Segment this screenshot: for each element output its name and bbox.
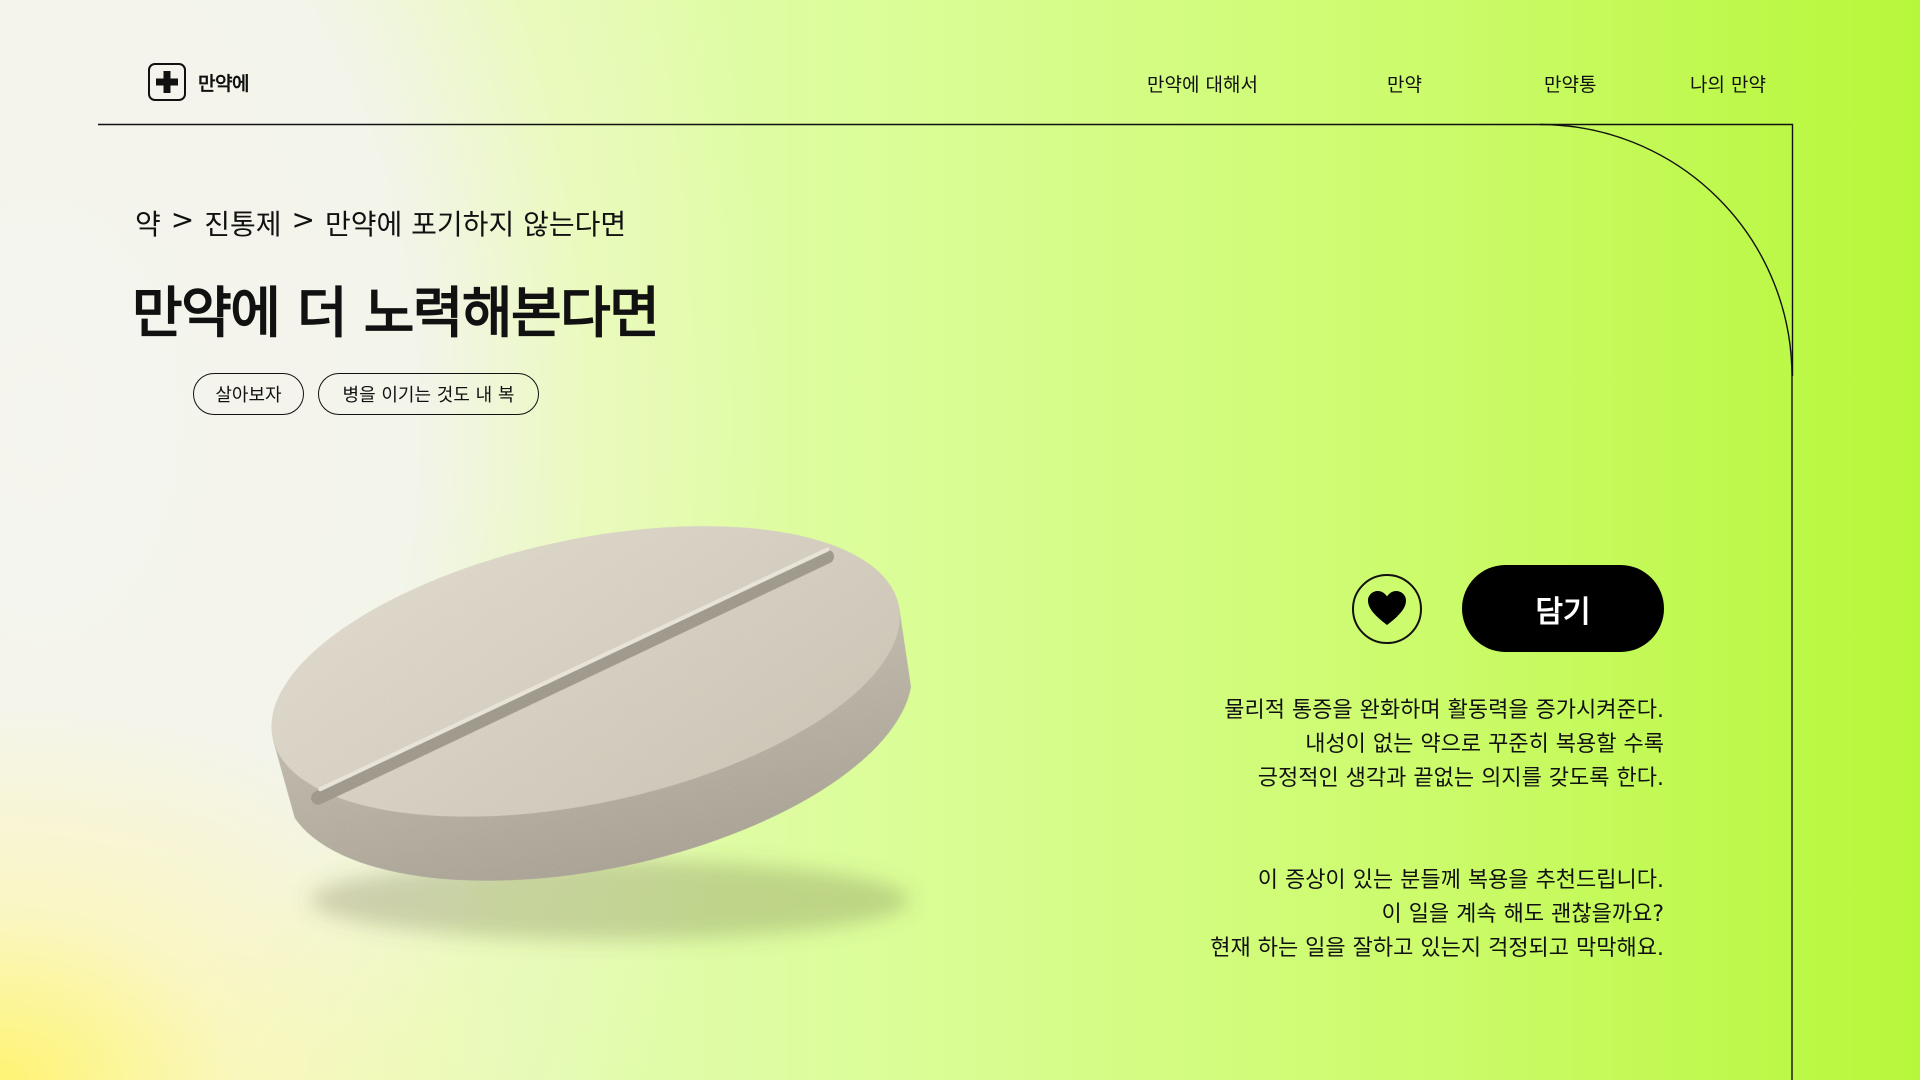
- like-button[interactable]: [1352, 574, 1422, 644]
- nav-about[interactable]: 만약에 대해서: [1147, 70, 1258, 97]
- description-line: 이 일을 계속 해도 괜찮을까요?: [1381, 902, 1664, 927]
- breadcrumb-item-2[interactable]: 진통제: [204, 203, 281, 243]
- description-line: 이 증상이 있는 분들께 복용을 추천드립니다.: [1257, 868, 1664, 893]
- description-paragraph-1: 물리적 통증을 완화하며 활동력을 증가시켜준다. 내성이 없는 약으로 꾸준히…: [1224, 694, 1664, 796]
- nav-my-manyak[interactable]: 나의 만약: [1690, 70, 1766, 97]
- breadcrumb-separator: >: [291, 203, 315, 236]
- plus-icon: [148, 63, 186, 101]
- pill-image: [271, 526, 912, 940]
- breadcrumb-item-1[interactable]: 약: [135, 203, 161, 243]
- logo-text: 만약에: [198, 72, 249, 95]
- tag-1[interactable]: 살아보자: [193, 373, 304, 415]
- description-line: 내성이 없는 약으로 꾸준히 복용할 수록: [1305, 732, 1664, 757]
- logo[interactable]: 만약에: [148, 63, 249, 101]
- description-line: 물리적 통증을 완화하며 활동력을 증가시켜준다.: [1224, 698, 1664, 723]
- description-line: 현재 하는 일을 잘하고 있는지 걱정되고 막막해요.: [1210, 936, 1664, 961]
- nav-manyak-box[interactable]: 만약통: [1544, 70, 1596, 97]
- heart-icon: [1367, 590, 1407, 629]
- page-title: 만약에 더 노력해본다면: [132, 281, 660, 345]
- add-to-cart-button[interactable]: 담기: [1462, 565, 1664, 652]
- description-line: 긍정적인 생각과 끝없는 의지를 갖도록 한다.: [1257, 766, 1664, 791]
- breadcrumb-item-3: 만약에 포기하지 않는다면: [324, 208, 627, 241]
- tag-2[interactable]: 병을 이기는 것도 내 복: [318, 373, 539, 415]
- breadcrumb-separator: >: [170, 203, 195, 236]
- breadcrumb: 약 > 진통제 > 만약에 포기하지 않는다면: [135, 203, 626, 243]
- description-paragraph-2: 이 증상이 있는 분들께 복용을 추천드립니다. 이 일을 계속 해도 괜찮을까…: [1210, 864, 1664, 966]
- nav-manyak[interactable]: 만약: [1387, 70, 1422, 97]
